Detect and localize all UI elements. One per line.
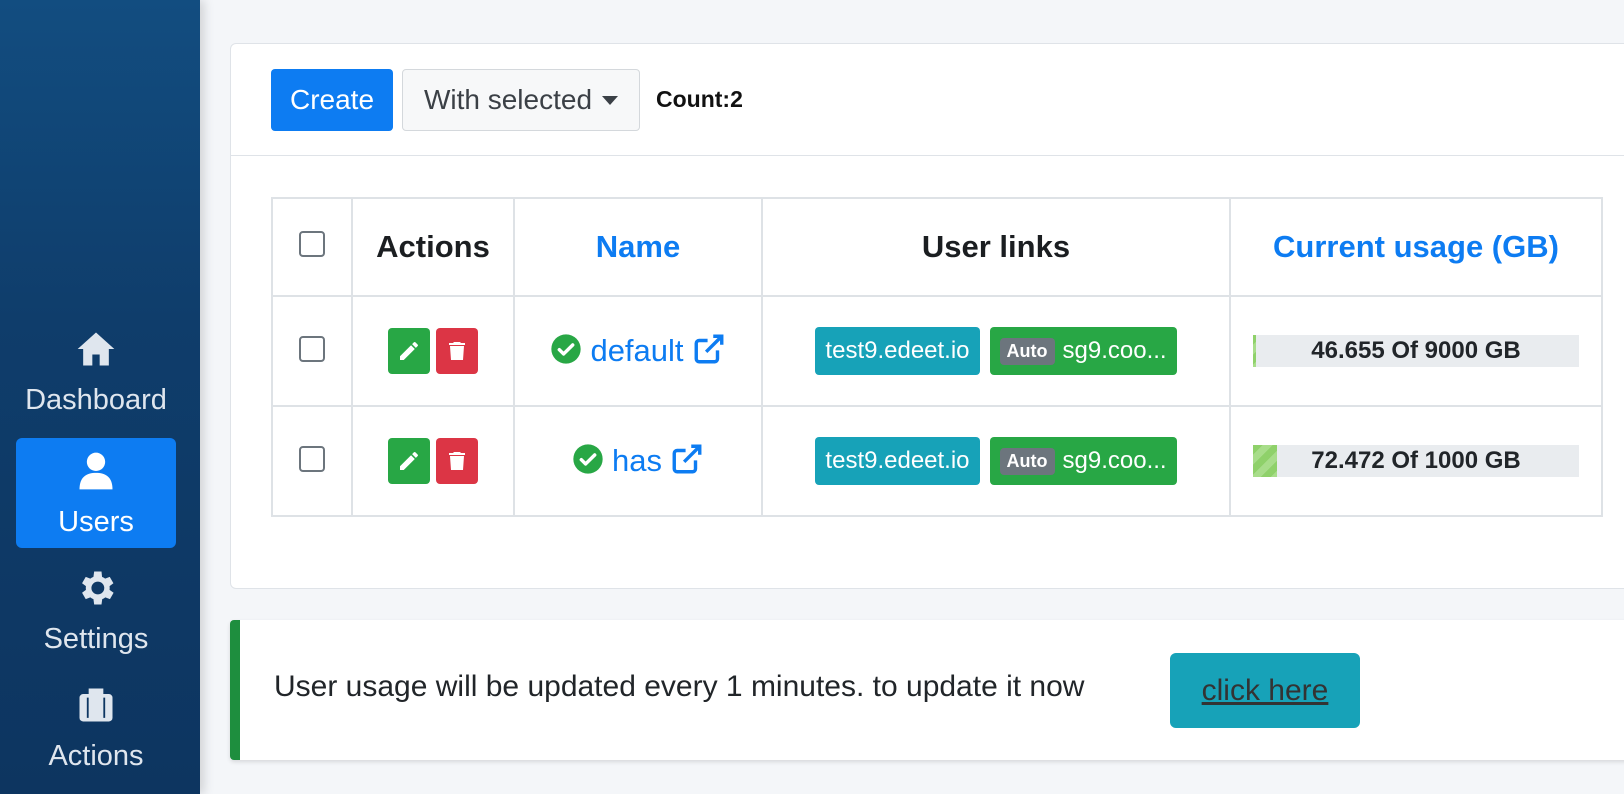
users-table: Actions Name User links Current usage (G… — [271, 197, 1603, 517]
select-all-checkbox[interactable] — [299, 231, 325, 257]
edit-button[interactable] — [388, 438, 430, 484]
sidebar-item-dashboard[interactable]: Dashboard — [16, 316, 176, 426]
user-name-link[interactable]: has — [612, 443, 662, 479]
create-button[interactable]: Create — [271, 69, 393, 131]
with-selected-dropdown[interactable]: With selected — [402, 69, 640, 131]
row-usage-cell: 46.655 Of 9000 GB — [1229, 295, 1603, 407]
trash-icon — [449, 452, 465, 470]
home-icon — [73, 327, 119, 376]
briefcase-icon — [73, 683, 119, 732]
external-link-icon[interactable] — [692, 332, 726, 371]
sidebar-item-label: Dashboard — [25, 383, 167, 416]
with-selected-label: With selected — [423, 84, 593, 115]
row-actions-cell — [351, 295, 515, 407]
user-link-badge[interactable]: test9.edeet.io — [815, 437, 980, 485]
sidebar-item-settings[interactable]: Settings — [16, 555, 176, 665]
update-now-button[interactable]: click here — [1170, 653, 1360, 728]
row-name-cell: default — [513, 295, 763, 407]
gear-icon — [73, 566, 119, 615]
row-name-cell: has — [513, 405, 763, 517]
table-row: has test9.edeet.io Auto sg9.coo... 72.47… — [271, 405, 1603, 517]
card-header: Create With selected Count:2 — [231, 44, 1624, 156]
user-link-text: sg9.coo... — [1062, 337, 1167, 364]
delete-button[interactable] — [436, 328, 478, 374]
user-name-link[interactable]: default — [590, 333, 683, 369]
usage-text: 46.655 Of 9000 GB — [1311, 337, 1521, 364]
usage-progress-bar: 46.655 Of 9000 GB — [1253, 335, 1579, 367]
user-link-badge-auto[interactable]: Auto sg9.coo... — [989, 327, 1177, 375]
header-actions: Actions — [351, 197, 515, 297]
header-name[interactable]: Name — [513, 197, 763, 297]
alert-text: User usage will be updated every 1 minut… — [274, 670, 1085, 703]
caret-down-icon — [602, 95, 619, 105]
row-checkbox[interactable] — [299, 445, 325, 472]
sidebar-item-label: Settings — [43, 622, 149, 655]
row-links-cell: test9.edeet.io Auto sg9.coo... — [761, 295, 1231, 407]
header-current-usage[interactable]: Current usage (GB) — [1229, 197, 1603, 297]
row-actions-cell — [351, 405, 515, 517]
auto-tag: Auto — [999, 447, 1055, 475]
check-circle-icon — [550, 333, 582, 370]
delete-button[interactable] — [436, 438, 478, 484]
usage-update-alert: User usage will be updated every 1 minut… — [230, 620, 1624, 760]
edit-button[interactable] — [388, 328, 430, 374]
usage-text: 72.472 Of 1000 GB — [1311, 447, 1521, 474]
check-circle-icon — [572, 443, 604, 480]
pencil-icon — [400, 341, 418, 360]
table-row: default test9.edeet.io Auto sg9.coo... 4… — [271, 295, 1603, 407]
sidebar-item-actions[interactable]: Actions — [16, 672, 176, 782]
row-links-cell: test9.edeet.io Auto sg9.coo... — [761, 405, 1231, 517]
usage-progress-bar: 72.472 Of 1000 GB — [1253, 445, 1579, 477]
auto-tag: Auto — [999, 337, 1055, 365]
select-all-header — [271, 197, 353, 297]
pencil-icon — [400, 451, 418, 470]
count-display: Count:2 — [656, 86, 743, 112]
row-select-cell — [271, 295, 353, 407]
external-link-icon[interactable] — [670, 442, 704, 481]
user-link-badge[interactable]: test9.edeet.io — [815, 327, 980, 375]
usage-progress-fill — [1253, 445, 1277, 477]
row-select-cell — [271, 405, 353, 517]
user-link-text: sg9.coo... — [1062, 447, 1167, 474]
row-usage-cell: 72.472 Of 1000 GB — [1229, 405, 1603, 517]
row-checkbox[interactable] — [299, 335, 325, 362]
header-user-links: User links — [761, 197, 1231, 297]
usage-progress-fill — [1253, 335, 1256, 367]
sidebar-item-users[interactable]: Users — [16, 438, 176, 548]
sidebar-item-label: Actions — [48, 739, 144, 772]
table-header-row: Actions Name User links Current usage (G… — [271, 197, 1603, 297]
sidebar-item-label: Users — [58, 505, 134, 538]
user-icon — [73, 449, 119, 498]
user-link-badge-auto[interactable]: Auto sg9.coo... — [989, 437, 1177, 485]
sidebar: Dashboard Users Settings Actions — [0, 0, 200, 794]
trash-icon — [449, 342, 465, 360]
users-card: Create With selected Count:2 Actions Nam… — [230, 43, 1624, 589]
